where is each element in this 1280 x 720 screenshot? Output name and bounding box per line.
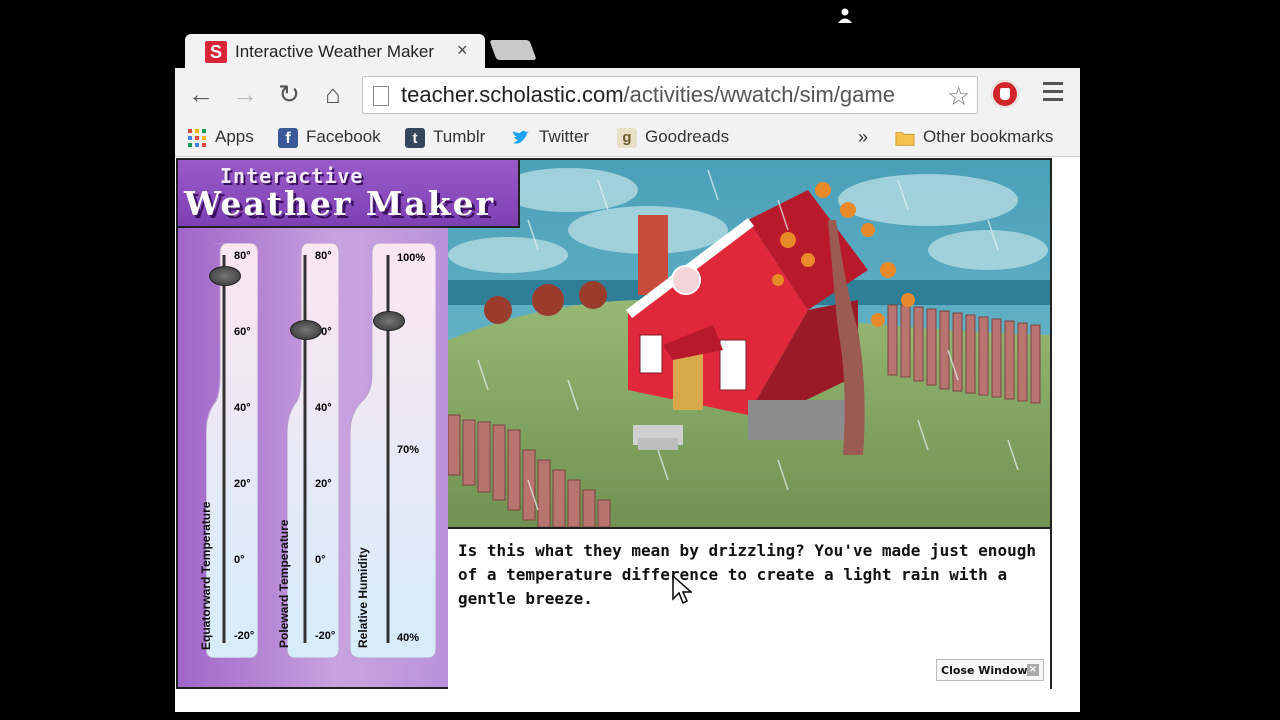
weather-maker-app: Equatorward Temperature 80° 60° 40° 20° … [176,158,1052,689]
slider-track-shape [206,243,258,658]
tick-label: 80° [234,250,251,262]
bookmarks-bar: Apps f Facebook t Tumblr Twitter g Goodread… [175,120,1080,157]
tab-strip: S Interactive Weather Maker × [175,30,1080,68]
weather-message: Is this what they mean by drizzling? You… [458,541,1036,608]
bookmark-label: Twitter [539,127,590,146]
weather-scene-illustration [448,160,1050,527]
bookmark-label: Apps [215,127,254,146]
tick-label: 20° [315,478,332,490]
tick-label: 80° [315,250,332,262]
close-window-button[interactable]: Close Window × [936,659,1044,681]
slider-label: Relative Humidity [356,547,370,648]
scholastic-favicon-icon: S [205,41,227,63]
slider-label: Equatorward Temperature [199,501,213,650]
bookmark-star-icon[interactable]: ☆ [947,81,970,112]
close-window-label: Close Window [941,664,1028,677]
facebook-icon: f [278,127,298,148]
forward-icon[interactable]: → [231,80,259,108]
bookmark-goodreads[interactable]: g Goodreads [617,127,729,148]
other-bookmarks-label: Other bookmarks [923,127,1054,146]
tick-label: 20° [234,478,251,490]
tab-title: Interactive Weather Maker [235,42,435,61]
app-title-main: Weather Maker [184,184,496,223]
bookmark-label: Tumblr [433,127,486,146]
bookmark-facebook[interactable]: f Facebook [278,127,381,148]
slider-handle[interactable] [209,266,241,287]
poleward-temperature-slider[interactable] [287,243,339,658]
other-bookmarks[interactable]: Other bookmarks [895,127,1053,148]
browser-toolbar: ← → ↻ ⌂ teacher.scholastic.com/activitie… [175,68,1080,120]
folder-icon [895,131,915,146]
tick-label: 40° [234,402,251,414]
tick-label: 100% [397,252,426,264]
tick-label: -20° [315,630,336,642]
tumblr-icon: t [405,127,425,148]
menu-icon[interactable] [1043,82,1063,102]
tick-label: -20° [234,630,255,642]
app-title-box: Interactive Weather Maker [178,160,520,228]
new-tab-button[interactable] [489,40,537,60]
tick-label: 40% [397,632,420,644]
url-path: /activities/wwatch/sim/game [623,82,895,107]
tick-label: 60° [234,326,251,338]
slider-label: Poleward Temperature [277,519,291,648]
page-content: Equatorward Temperature 80° 60° 40° 20° … [175,157,1080,712]
bookmark-twitter[interactable]: Twitter [511,127,589,148]
home-icon[interactable]: ⌂ [319,80,347,108]
address-bar[interactable]: teacher.scholastic.com/activities/wwatch… [362,76,978,114]
page-icon [373,86,389,106]
equatorward-temperature-slider[interactable] [206,243,258,658]
bookmark-label: Facebook [306,127,381,146]
tick-label: 0° [234,554,245,566]
url-text[interactable]: teacher.scholastic.com/activities/wwatch… [401,82,941,108]
apps-grid-icon [188,128,206,147]
twitter-icon [513,130,529,144]
bookmark-apps[interactable]: Apps [187,127,254,148]
message-box: Is this what they mean by drizzling? You… [448,527,1050,689]
close-icon: × [1027,664,1039,676]
goodreads-icon: g [617,127,637,148]
bookmark-tumblr[interactable]: t Tumblr [405,127,485,148]
tab-active[interactable]: S Interactive Weather Maker × [185,34,485,68]
slider-handle[interactable] [373,310,405,331]
tick-label: 0° [315,554,326,566]
back-icon[interactable]: ← [187,80,215,108]
user-icon[interactable] [836,6,854,24]
adblock-extension-icon[interactable] [991,80,1019,108]
tick-label: 70% [397,444,420,456]
tick-label: 40° [315,402,332,414]
slider-track-shape [287,243,339,658]
bookmark-label: Goodreads [645,127,730,146]
reload-icon[interactable]: ↻ [275,80,303,108]
tab-close-icon[interactable]: × [457,40,468,61]
controls-panel: Equatorward Temperature 80° 60° 40° 20° … [178,160,450,687]
slider-handle[interactable] [290,319,322,340]
mouse-cursor-icon [672,575,692,605]
more-bookmarks-icon[interactable]: » [858,127,868,148]
url-host: teacher.scholastic.com [401,82,624,107]
